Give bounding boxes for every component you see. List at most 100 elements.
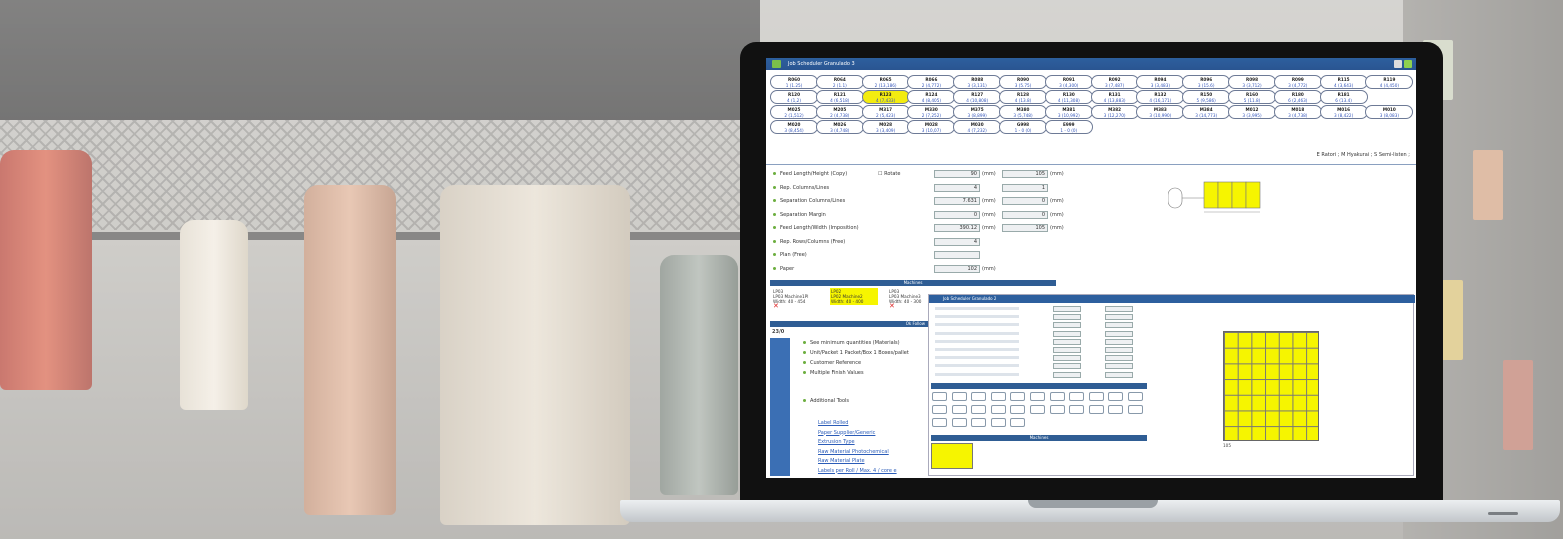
job-pill[interactable]: R131 4 (13,883)	[1090, 90, 1139, 104]
job-pill[interactable]: R119 4 (4,450)	[1365, 75, 1414, 89]
sub-job-pill[interactable]	[951, 405, 967, 414]
sub-job-pill[interactable]	[1128, 405, 1143, 414]
field-input[interactable]	[934, 251, 980, 259]
job-pill[interactable]: R128 4 (13.8)	[999, 90, 1047, 104]
sub-job-pill[interactable]	[990, 418, 1006, 427]
sub-field-input[interactable]	[1053, 347, 1081, 353]
secondary-machine-selected[interactable]	[931, 443, 973, 469]
sub-job-pill[interactable]	[990, 405, 1006, 414]
job-pill[interactable]: R121 4 (6,518)	[815, 90, 864, 104]
job-pill[interactable]: M016 3 (8,422)	[1319, 105, 1368, 119]
print-icon[interactable]	[1394, 60, 1402, 68]
sub-job-pill[interactable]	[1030, 392, 1045, 401]
field-input[interactable]: 105	[1002, 170, 1048, 178]
job-pill[interactable]: M375 3 (8,899)	[953, 105, 1002, 119]
option-link[interactable]: Label Rolled	[818, 420, 848, 426]
job-pill[interactable]: M382 3 (12,270)	[1090, 105, 1139, 119]
job-pill[interactable]: R094 3 (3,483)	[1136, 75, 1185, 89]
sub-job-pill[interactable]	[1128, 392, 1143, 401]
sub-job-pill[interactable]	[1108, 392, 1124, 401]
job-pill[interactable]: R132 4 (16,171)	[1136, 90, 1185, 104]
field-input[interactable]: 0	[1002, 210, 1048, 219]
sub-job-pill[interactable]	[1049, 392, 1065, 401]
field-input[interactable]: 90	[934, 170, 980, 178]
field-input[interactable]: 7.631	[934, 197, 980, 205]
job-pill[interactable]: R180 6 (2,463)	[1273, 90, 1322, 104]
field-input[interactable]: 4	[934, 183, 980, 192]
job-pill[interactable]: R060 1 (1.25)	[770, 75, 818, 89]
job-pill[interactable]: R160 5 (11.8)	[1228, 90, 1276, 104]
job-pill[interactable]: R150 5 (9,586)	[1182, 90, 1231, 104]
sub-field-input[interactable]	[1105, 322, 1133, 329]
rotate-checkbox[interactable]: ☐ Rotate	[878, 171, 900, 177]
field-input[interactable]: 390.12	[934, 224, 980, 232]
sub-field-input[interactable]	[1105, 347, 1133, 353]
sub-job-pill[interactable]	[932, 405, 947, 414]
sub-job-pill[interactable]	[1069, 405, 1085, 414]
field-input[interactable]: 105	[1002, 224, 1048, 232]
job-pill[interactable]: M383 3 (10,990)	[1136, 105, 1185, 119]
job-pill[interactable]: M026 3 (4,748)	[815, 120, 864, 134]
job-pill[interactable]: R124 4 (8,405)	[907, 90, 956, 104]
sub-field-input[interactable]	[1105, 371, 1133, 378]
job-pill[interactable]: M030 4 (7,232)	[953, 120, 1002, 134]
option-item[interactable]: Unit/Packet 1 Packet/Box 1 Boxes/pallet	[803, 350, 909, 356]
field-input[interactable]: 0	[934, 210, 980, 219]
option-link[interactable]: Paper Supplier/Generic	[818, 430, 875, 436]
option-link[interactable]: Extrusion Type	[818, 439, 855, 445]
sub-job-pill[interactable]	[932, 418, 947, 427]
job-pill[interactable]: R115 4 (3,643)	[1319, 75, 1368, 89]
field-input[interactable]: 4	[934, 237, 980, 246]
sub-job-pill[interactable]	[1069, 392, 1085, 401]
job-pill[interactable]: E999 1 - 0 (0)	[1044, 120, 1093, 134]
sub-field-input[interactable]	[1105, 330, 1133, 337]
left-nav[interactable]	[770, 338, 790, 476]
option-item[interactable]: Customer Reference	[802, 360, 861, 366]
job-pill[interactable]: G998 1 - 0 (0)	[999, 120, 1047, 134]
sub-field-input[interactable]	[1053, 322, 1081, 329]
sub-job-pill[interactable]	[1088, 405, 1104, 414]
sub-job-pill[interactable]	[971, 392, 987, 401]
confirm-icon[interactable]	[1404, 60, 1412, 68]
sub-job-pill[interactable]	[1010, 418, 1026, 427]
job-pill[interactable]: R127 4 (10,808)	[953, 90, 1002, 104]
sub-field-input[interactable]	[1053, 371, 1081, 378]
option-item[interactable]: Additional Tools	[802, 398, 849, 404]
job-pill[interactable]: R096 3 (15.6)	[1182, 75, 1231, 89]
job-pill[interactable]: M317 2 (5,423)	[861, 105, 910, 119]
job-pill[interactable]: M012 3 (3,995)	[1228, 105, 1276, 119]
job-pill[interactable]: M381 3 (10,992)	[1044, 105, 1093, 119]
sub-job-pill[interactable]	[932, 392, 947, 401]
field-input[interactable]: 1	[1002, 183, 1048, 192]
sub-field-input[interactable]	[1105, 363, 1133, 370]
sub-field-input[interactable]	[1053, 363, 1081, 370]
option-link[interactable]: Labels per Roll / Max. 4 / core e	[818, 468, 897, 474]
sub-field-input[interactable]	[1053, 314, 1081, 321]
job-pill[interactable]: R098 3 (3,712)	[1228, 75, 1276, 89]
job-pill[interactable]: R181 6 (13.4)	[1319, 90, 1368, 104]
job-pill[interactable]: R120 4 (1,2)	[770, 90, 818, 104]
job-pill[interactable]: R099 3 (4,772)	[1273, 75, 1322, 89]
sub-job-pill[interactable]	[951, 392, 967, 401]
sub-field-input[interactable]	[1053, 306, 1081, 312]
sub-job-pill[interactable]	[971, 405, 987, 414]
sub-job-pill[interactable]	[990, 392, 1006, 401]
machine-card-selected[interactable]: LP02 LP02 Machine2 Width: 40 - 400	[830, 288, 878, 305]
machine-card[interactable]: LP03 LP03 Machine1Pl Width: 40 - 454 ✕	[772, 288, 820, 310]
field-input[interactable]: 102	[934, 264, 980, 273]
sub-job-pill[interactable]	[971, 418, 987, 427]
job-pill[interactable]: R130 4 (11,308)	[1044, 90, 1093, 104]
job-pill[interactable]: M028 3 (10,07)	[907, 120, 956, 134]
job-pill[interactable]: R065 2 (13,186)	[861, 75, 910, 89]
option-item[interactable]: Multiple Finish Values	[803, 370, 864, 376]
job-pill[interactable]: M205 2 (4,738)	[815, 105, 864, 119]
sub-job-pill[interactable]	[951, 418, 967, 427]
sub-field-input[interactable]	[1053, 338, 1081, 345]
sub-job-pill[interactable]	[1010, 405, 1026, 414]
job-pill[interactable]: R123 4 (7,433)	[861, 90, 910, 104]
job-pill[interactable]: M020 3 (8,454)	[770, 120, 818, 134]
job-pill[interactable]: M330 2 (7,252)	[907, 105, 956, 119]
sub-job-pill[interactable]	[1010, 392, 1026, 401]
sub-field-input[interactable]	[1105, 306, 1133, 312]
field-input[interactable]: 0	[1002, 197, 1048, 205]
